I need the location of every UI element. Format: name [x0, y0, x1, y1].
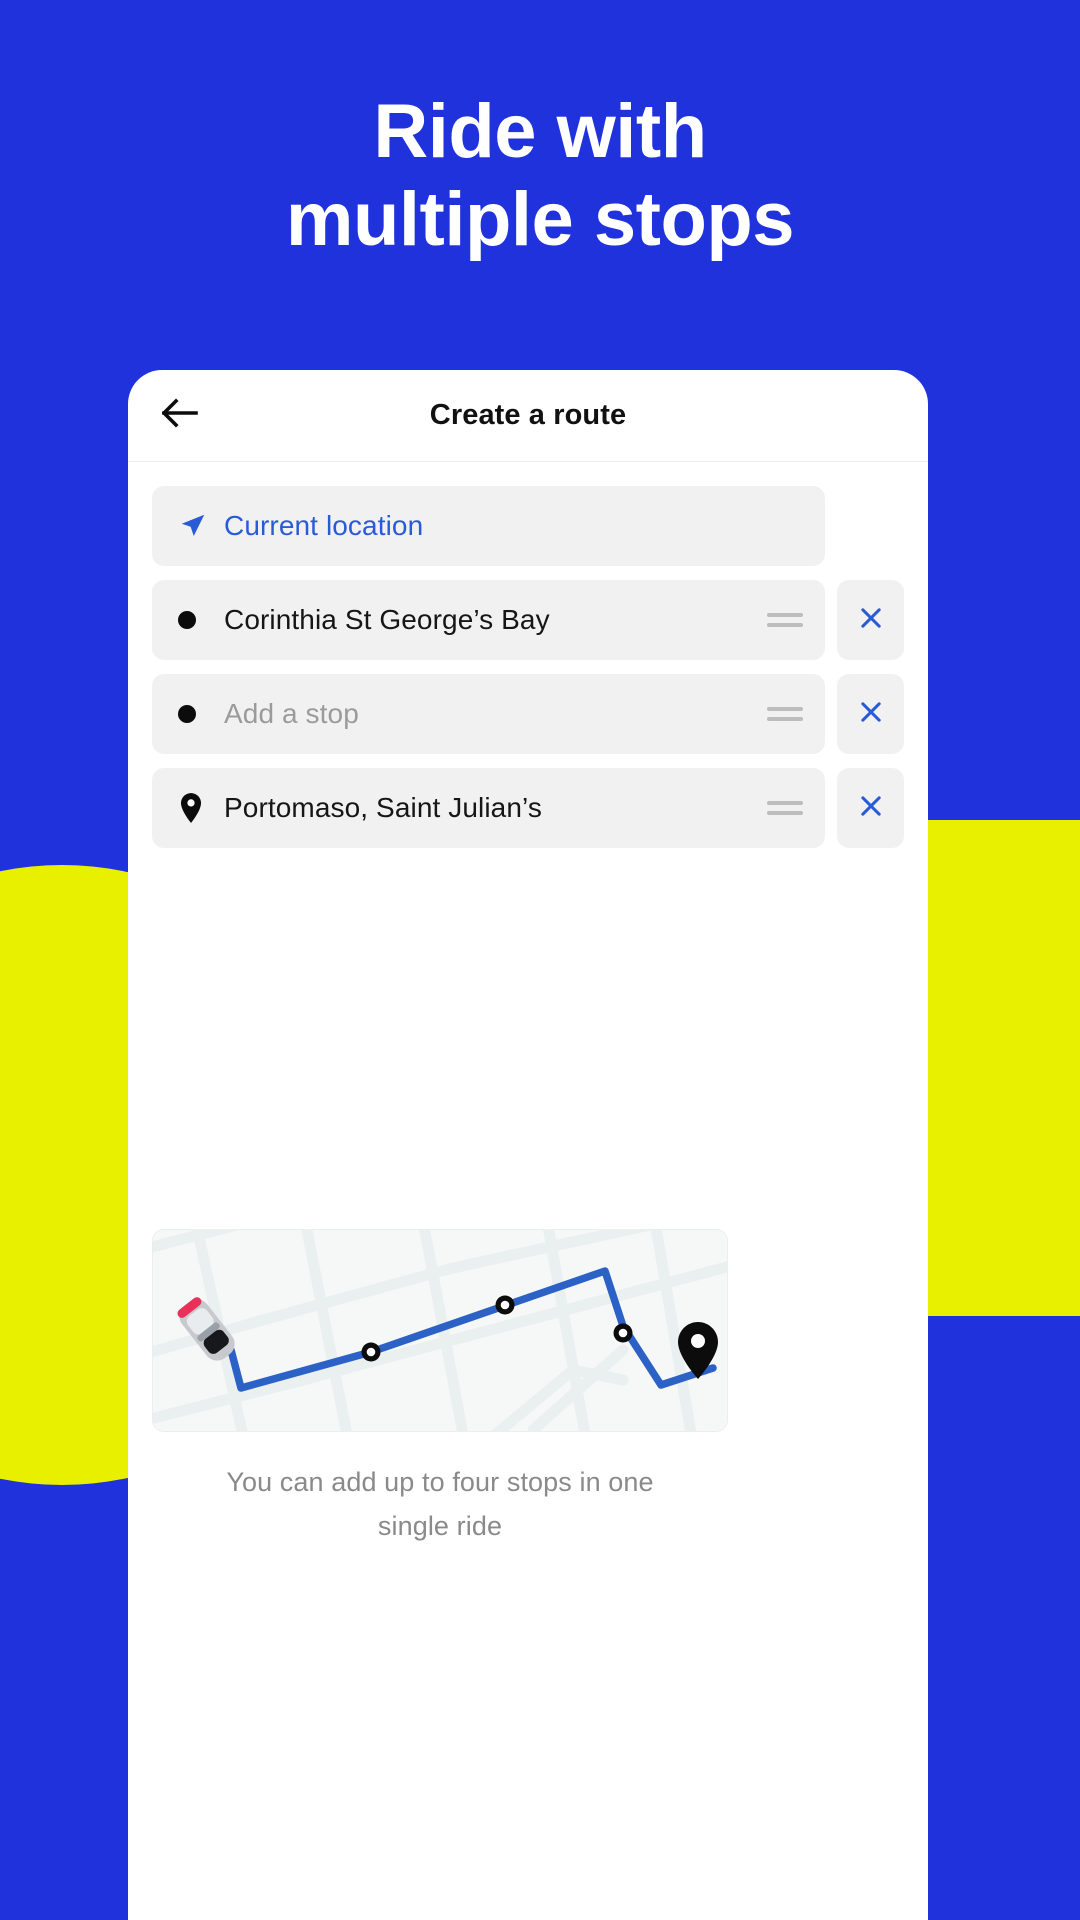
stop-text: Current location	[224, 510, 424, 541]
dot-icon	[178, 705, 212, 723]
stop-field-destination[interactable]: Portomaso, Saint Julian’s	[152, 768, 825, 848]
back-button[interactable]	[154, 390, 206, 442]
stop-text: Add a stop	[224, 698, 359, 729]
stop-field-current-location[interactable]: Current location	[152, 486, 825, 566]
drag-handle[interactable]	[767, 703, 803, 725]
navigation-arrow-icon	[178, 511, 212, 541]
stop-row: Portomaso, Saint Julian’s	[152, 768, 904, 848]
promo-headline: Ride with multiple stops	[0, 88, 1080, 264]
remove-stop-button[interactable]	[837, 580, 904, 660]
stop-text: Portomaso, Saint Julian’s	[224, 792, 542, 823]
page-title: Create a route	[429, 399, 627, 431]
arrow-left-icon	[161, 398, 198, 433]
caption-line-1: You can add up to four stops in one	[226, 1467, 654, 1497]
close-icon	[857, 792, 885, 825]
remove-stop-button[interactable]	[837, 768, 904, 848]
phone-screen-card: Create a route Current location Corinthi…	[128, 370, 928, 1920]
stop-field-add-stop[interactable]: Add a stop	[152, 674, 825, 754]
headline-line-2: multiple stops	[285, 177, 795, 262]
drag-handle[interactable]	[767, 797, 803, 819]
drag-handle[interactable]	[767, 609, 803, 631]
caption-line-2: single ride	[377, 1511, 503, 1541]
dot-icon	[178, 611, 212, 629]
map-caption: You can add up to four stops in one sing…	[168, 1460, 712, 1548]
close-icon	[857, 604, 885, 637]
close-icon	[857, 698, 885, 731]
stop-row: Current location	[152, 486, 904, 566]
headline-line-1: Ride with	[373, 89, 707, 174]
route-map-preview	[152, 1229, 728, 1432]
stop-row: Add a stop	[152, 674, 904, 754]
stop-row: Corinthia St George’s Bay	[152, 580, 904, 660]
map-pin-icon	[178, 792, 212, 824]
stop-field-origin[interactable]: Corinthia St George’s Bay	[152, 580, 825, 660]
stops-list: Current location Corinthia St George’s B…	[128, 462, 928, 848]
remove-stop-button[interactable]	[837, 674, 904, 754]
stop-text: Corinthia St George’s Bay	[224, 604, 550, 635]
app-bar: Create a route	[128, 370, 928, 462]
